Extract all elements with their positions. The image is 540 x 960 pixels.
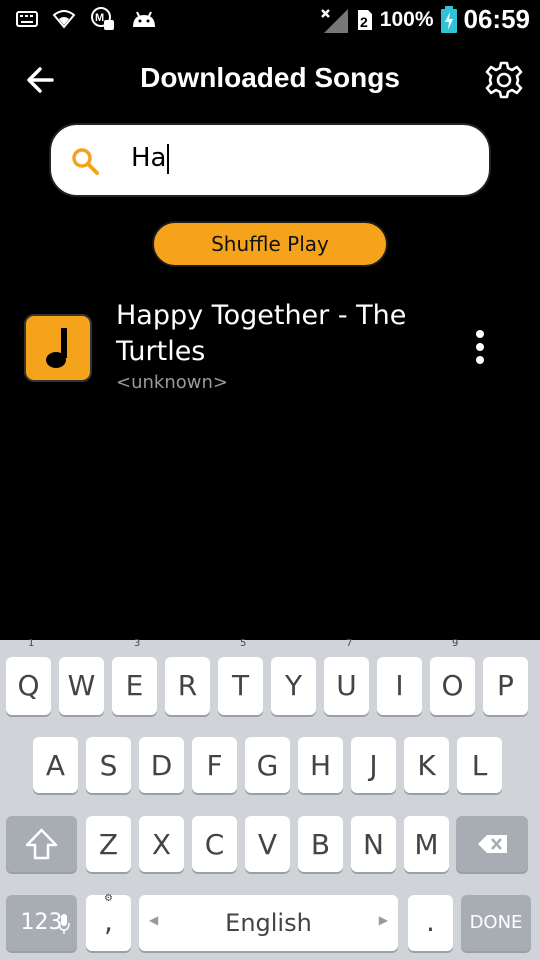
battery-charging-icon [440,5,457,33]
shift-key[interactable] [6,816,77,872]
key-m[interactable]: M [404,816,449,872]
key-k[interactable]: K [404,737,449,793]
backspace-icon [478,835,507,853]
settings-button[interactable] [484,60,524,100]
svg-text:M: M [95,12,104,24]
key-f[interactable]: F [192,737,237,793]
key-o[interactable]: 9O [430,638,475,715]
key-j[interactable]: J [351,737,396,793]
key-i[interactable]: I [377,657,422,715]
more-options-button[interactable] [468,330,492,370]
key-y[interactable]: Y [271,657,316,715]
space-key[interactable]: ◀ English ▶ [139,895,398,951]
done-key[interactable]: DONE [461,895,531,951]
key-u[interactable]: 7U [324,638,369,715]
key-l[interactable]: L [457,737,502,793]
key-v[interactable]: V [245,816,290,872]
key-h[interactable]: H [298,737,343,793]
status-bar: M 2 100% 06:59 [0,0,540,40]
gear-icon [485,61,523,99]
keyboard-icon [16,11,38,27]
language-next-icon: ▶ [378,913,388,927]
key-c[interactable]: C [192,816,237,872]
key-e[interactable]: 3E [112,638,157,715]
key-a[interactable]: A [33,737,78,793]
key-w[interactable]: W [59,657,104,715]
page-title: Downloaded Songs [140,62,400,93]
numbers-key[interactable]: 123 [6,895,77,951]
key-hint: 3 [134,638,141,649]
search-input[interactable]: Ha [131,143,461,179]
no-signal-icon [320,8,348,33]
key-s[interactable]: S [86,737,131,793]
key-hint: 5 [240,638,247,649]
soft-keyboard: 1Q W 3E R 5T Y 7U I 9O P A S D F G H J K… [0,638,540,960]
android-icon [133,11,155,27]
battery-percent: 100% [379,7,434,31]
comma-key[interactable]: ⚙ , [86,893,131,951]
search-field[interactable]: Ha [49,123,491,197]
more-vert-icon [468,330,492,364]
key-x[interactable]: X [139,816,184,872]
search-text: Ha [131,143,167,173]
key-d[interactable]: D [139,737,184,793]
microphone-icon [58,914,70,934]
song-title: Happy Together - The Turtles [116,300,407,367]
shuffle-play-button[interactable]: Shuffle Play [152,221,388,267]
wifi-icon [52,10,76,29]
key-hint: 9 [452,638,459,649]
key-hint: 1 [28,638,35,649]
key-hint: 7 [346,638,353,649]
list-item[interactable]: Happy Together - The Turtles <unknown> [0,292,540,402]
clock: 06:59 [463,4,531,34]
period-key[interactable]: . [408,895,453,951]
search-icon [72,148,99,175]
key-t[interactable]: 5T [218,638,263,715]
text-caret [167,143,170,174]
song-artist: <unknown> [116,372,228,393]
backspace-key[interactable] [456,816,528,872]
key-z[interactable]: Z [86,816,131,872]
music-note-icon [46,328,67,368]
song-artwork [24,314,92,382]
key-g[interactable]: G [245,737,290,793]
key-b[interactable]: B [298,816,343,872]
app-bar: Downloaded Songs [0,50,540,110]
svg-text:2: 2 [360,14,368,30]
settings-hint-icon: ⚙ [104,893,113,904]
key-n[interactable]: N [351,816,396,872]
shift-icon [25,828,58,860]
sim-icon: 2 [357,9,372,30]
key-p[interactable]: P [483,657,528,715]
key-r[interactable]: R [165,657,210,715]
notification-icon: M [91,7,114,30]
key-q[interactable]: 1Q [6,638,51,715]
